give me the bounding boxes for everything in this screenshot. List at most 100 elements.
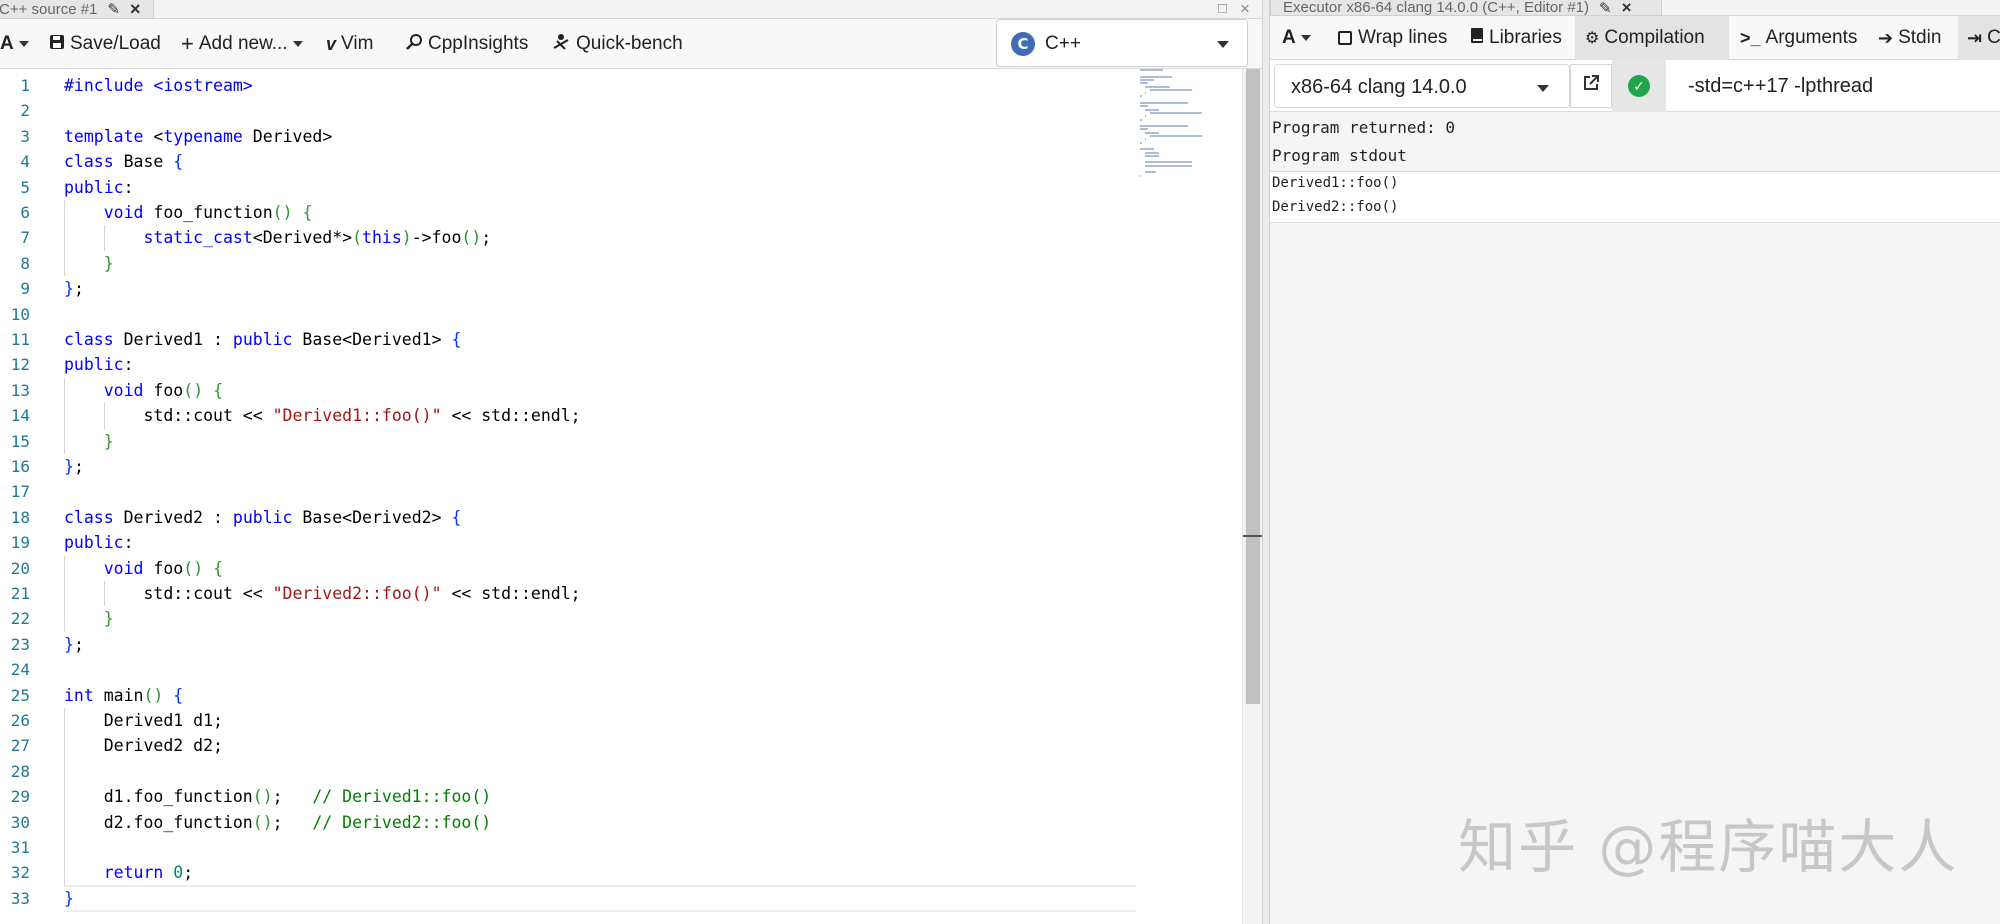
chevron-down-icon (18, 41, 29, 47)
executor-pane: Executor x86-64 clang 14.0.0 (C++, Edito… (1270, 0, 2000, 924)
compile-status-button[interactable]: ✓ (1612, 60, 1666, 112)
line-number: 18 (10, 507, 30, 527)
stdin-button[interactable]: ➔ Stdin (1878, 25, 1941, 51)
executor-toolbar: A Wrap lines Libraries ⚙ Compilation >_ … (1270, 16, 2000, 60)
compiler-select[interactable]: x86-64 clang 14.0.0 (1274, 64, 1570, 108)
source-editor-pane: C++ source #1 ✎ × □ × A Save/Load + Add … (0, 0, 1263, 924)
pane-splitter[interactable] (1262, 0, 1270, 924)
sign-out-icon: ⇥ (1967, 27, 1983, 48)
minimap-line (1140, 125, 1188, 128)
libraries-button[interactable]: Libraries (1470, 25, 1562, 51)
chevron-down-icon (1537, 85, 1549, 92)
minimap-line (1144, 85, 1170, 88)
arguments-label: Arguments (1765, 27, 1858, 48)
indent-guide (64, 758, 65, 785)
minimap-line (1140, 102, 1188, 104)
minimap-line (1149, 135, 1203, 137)
minimap-line (1144, 161, 1192, 164)
code-line: Derived1 d1; (64, 711, 223, 730)
maximize-icon[interactable]: □ (1218, 0, 1227, 17)
line-number: 30 (10, 812, 30, 832)
indent-guide (104, 403, 106, 429)
vim-button[interactable]: v Vim (326, 31, 373, 57)
font-icon: A (0, 33, 14, 54)
save-load-button[interactable]: Save/Load (49, 31, 161, 57)
popout-button[interactable] (1570, 64, 1612, 108)
indent-guide (64, 708, 65, 734)
overflow-label: C (1987, 27, 2000, 48)
code-editor[interactable]: 1 2 3 4 5 6 7 8 9 10 11 12 13 14 15 16 17 18 19 20 21 22 23 24 2… (0, 69, 1263, 924)
close-icon[interactable]: × (1622, 0, 1632, 16)
code-line: static_cast<Derived*>(this)->foo(); (143, 228, 492, 248)
font-size-button[interactable]: A (1282, 25, 1311, 51)
executor-tab[interactable]: Executor x86-64 clang 14.0.0 (C++, Edito… (1270, 0, 1662, 17)
indent-guide (64, 606, 65, 632)
quick-bench-label: Quick-bench (576, 33, 683, 54)
source-tab-title: C++ source #1 (0, 0, 98, 18)
quick-bench-button[interactable]: Quick-bench (551, 31, 683, 57)
code-line: } (103, 253, 114, 273)
code-line: class Derived1 : public Base<Derived1> { (64, 330, 462, 349)
code-line: }; (64, 634, 84, 654)
language-select[interactable]: C C++ (996, 19, 1248, 67)
line-number: 2 (20, 101, 30, 121)
overflow-button[interactable]: ⇥ C (1967, 25, 2000, 51)
minimap-line (1140, 128, 1149, 131)
indent-guide (64, 733, 65, 759)
stdin-label: Stdin (1898, 27, 1942, 48)
vim-label: Vim (341, 33, 374, 54)
compiler-flags-input[interactable] (1674, 66, 2000, 106)
indent-guide (64, 428, 65, 454)
add-new-button[interactable]: + Add new... (181, 31, 303, 57)
code-line: class Derived2 : public Base<Derived2> { (64, 507, 462, 527)
line-number: 16 (10, 457, 30, 476)
checkbox-icon[interactable] (1338, 31, 1352, 45)
line-number: 4 (20, 152, 30, 172)
compilation-label: Compilation (1604, 27, 1705, 48)
code-line: std::cout << "Derived2::foo()" << std::e… (64, 584, 581, 603)
source-tab[interactable]: C++ source #1 ✎ × (0, 0, 154, 19)
line-number: 32 (10, 863, 30, 883)
font-size-button[interactable]: A (0, 31, 29, 57)
close-icon[interactable]: × (130, 0, 141, 18)
floppy-disk-icon (49, 34, 65, 55)
indent-guide (64, 377, 65, 404)
minimap-line (1144, 92, 1146, 95)
editor-scrollbar[interactable] (1242, 69, 1263, 924)
line-number: 13 (10, 380, 30, 400)
editor-scrollbar-thumb[interactable] (1246, 69, 1260, 704)
terminal-icon: >_ (1740, 27, 1761, 48)
line-number: 23 (10, 634, 30, 654)
current-line-highlight (64, 884, 1136, 912)
close-pane-icon[interactable]: × (1240, 0, 1250, 17)
cppinsights-button[interactable]: CppInsights (405, 31, 528, 57)
minimap-line (1144, 131, 1160, 134)
indent-guide (64, 860, 65, 886)
minimap-line (1140, 75, 1173, 78)
indent-guide (64, 809, 65, 835)
pencil-icon[interactable]: ✎ (1599, 0, 1612, 17)
compilation-button[interactable]: ⚙ Compilation (1585, 25, 1705, 51)
minimap-line (1140, 118, 1143, 121)
indent-guide (64, 784, 65, 810)
arguments-button[interactable]: >_ Arguments (1740, 25, 1857, 51)
wrap-lines-toggle[interactable]: Wrap lines (1338, 25, 1447, 51)
code-area[interactable]: #include <iostream> template <typename De… (64, 69, 1144, 924)
executor-tab-title: Executor x86-64 clang 14.0.0 (C++, Edito… (1283, 0, 1590, 16)
minimap-line (1140, 148, 1155, 151)
pencil-icon[interactable]: ✎ (107, 0, 120, 18)
line-number: 15 (10, 431, 30, 451)
line-number: 26 (10, 711, 30, 730)
line-number: 10 (10, 304, 30, 324)
cppinsights-label: CppInsights (428, 33, 529, 54)
stdout-box: Derived1::foo() Derived2::foo() (1270, 171, 2000, 223)
minimap[interactable] (1140, 69, 1250, 189)
line-number: 29 (10, 787, 30, 807)
code-line: return 0; (103, 863, 194, 883)
minimap-line (1144, 154, 1160, 157)
compiler-row: x86-64 clang 14.0.0 ✓ (1270, 60, 2000, 112)
code-line: std::cout << "Derived1::foo()" << std::e… (64, 406, 581, 426)
left-tab-bar: C++ source #1 ✎ × □ × (0, 0, 1262, 19)
magnifier-icon (405, 33, 423, 56)
indent-guide (64, 403, 65, 429)
